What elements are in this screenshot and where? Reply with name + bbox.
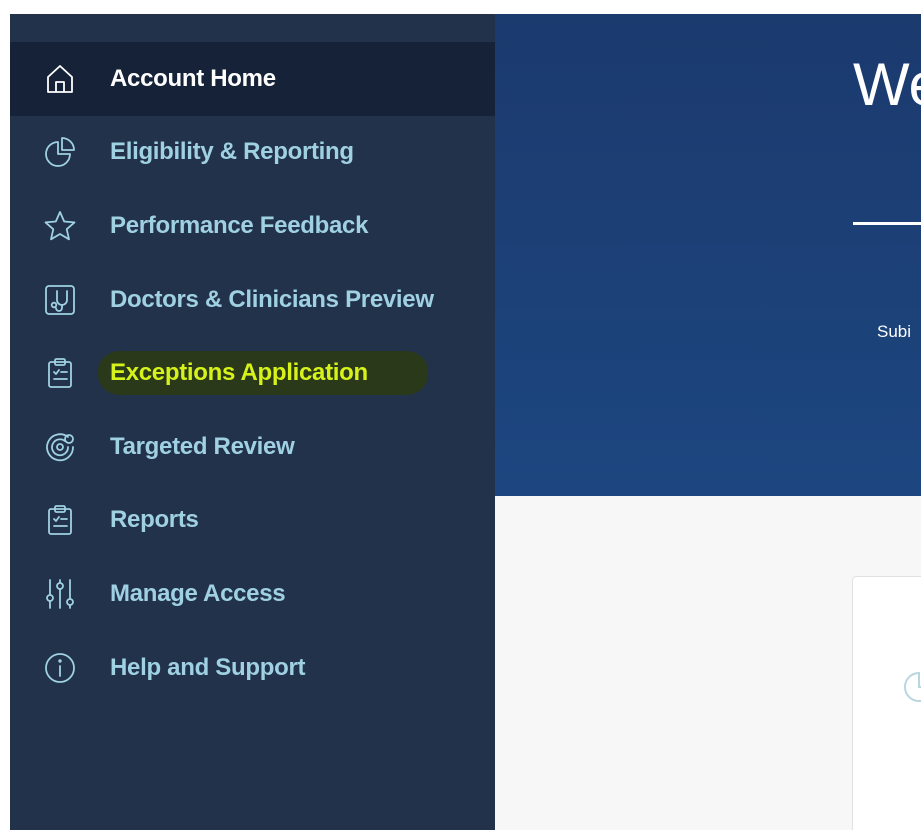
stethoscope-icon (44, 284, 76, 316)
sidebar-item-label: Account Home (110, 64, 276, 92)
sidebar-item-label: Targeted Review (110, 432, 295, 460)
sidebar-item-help-support[interactable]: Help and Support (10, 631, 495, 705)
sidebar-item-performance-feedback[interactable]: Performance Feedback (10, 189, 495, 263)
sidebar-item-targeted-review[interactable]: Targeted Review (10, 410, 495, 484)
sidebar-item-reports[interactable]: Reports (10, 484, 495, 558)
sidebar-item-exceptions-application[interactable]: Exceptions Application (10, 336, 495, 410)
sidebar-item-label: Help and Support (110, 653, 306, 681)
welcome-banner: We Subi (495, 14, 921, 496)
sidebar-item-label: Reports (110, 506, 199, 534)
heading-divider (853, 222, 921, 225)
sidebar-item-doctors-clinicians-preview[interactable]: Doctors & Clinicians Preview (10, 263, 495, 337)
star-icon (44, 210, 76, 242)
pie-chart-icon (44, 136, 76, 168)
home-icon (44, 63, 76, 95)
sidebar-nav: Account Home Eligibility & Reporting Per… (10, 42, 495, 704)
sidebar: Account Home Eligibility & Reporting Per… (10, 14, 495, 830)
info-icon (44, 652, 76, 684)
sidebar-item-label: Doctors & Clinicians Preview (110, 285, 434, 313)
pie-chart-icon (901, 667, 921, 707)
app-frame: Account Home Eligibility & Reporting Per… (10, 14, 921, 830)
sidebar-item-label: Exceptions Application (110, 359, 368, 387)
banner-subtitle: Subi (877, 322, 912, 341)
sidebar-item-eligibility-reporting[interactable]: Eligibility & Reporting (10, 116, 495, 190)
sidebar-item-label: Manage Access (110, 579, 286, 607)
clipboard-icon (44, 357, 76, 389)
sidebar-item-manage-access[interactable]: Manage Access (10, 557, 495, 631)
sidebar-item-account-home[interactable]: Account Home (10, 42, 495, 116)
dashboard-card (852, 576, 921, 830)
welcome-heading: We (853, 51, 921, 118)
target-review-icon (44, 431, 76, 463)
sidebar-item-label: Performance Feedback (110, 211, 369, 239)
sliders-icon (44, 578, 76, 610)
clipboard-icon (44, 504, 76, 536)
sidebar-item-label: Eligibility & Reporting (110, 138, 354, 166)
